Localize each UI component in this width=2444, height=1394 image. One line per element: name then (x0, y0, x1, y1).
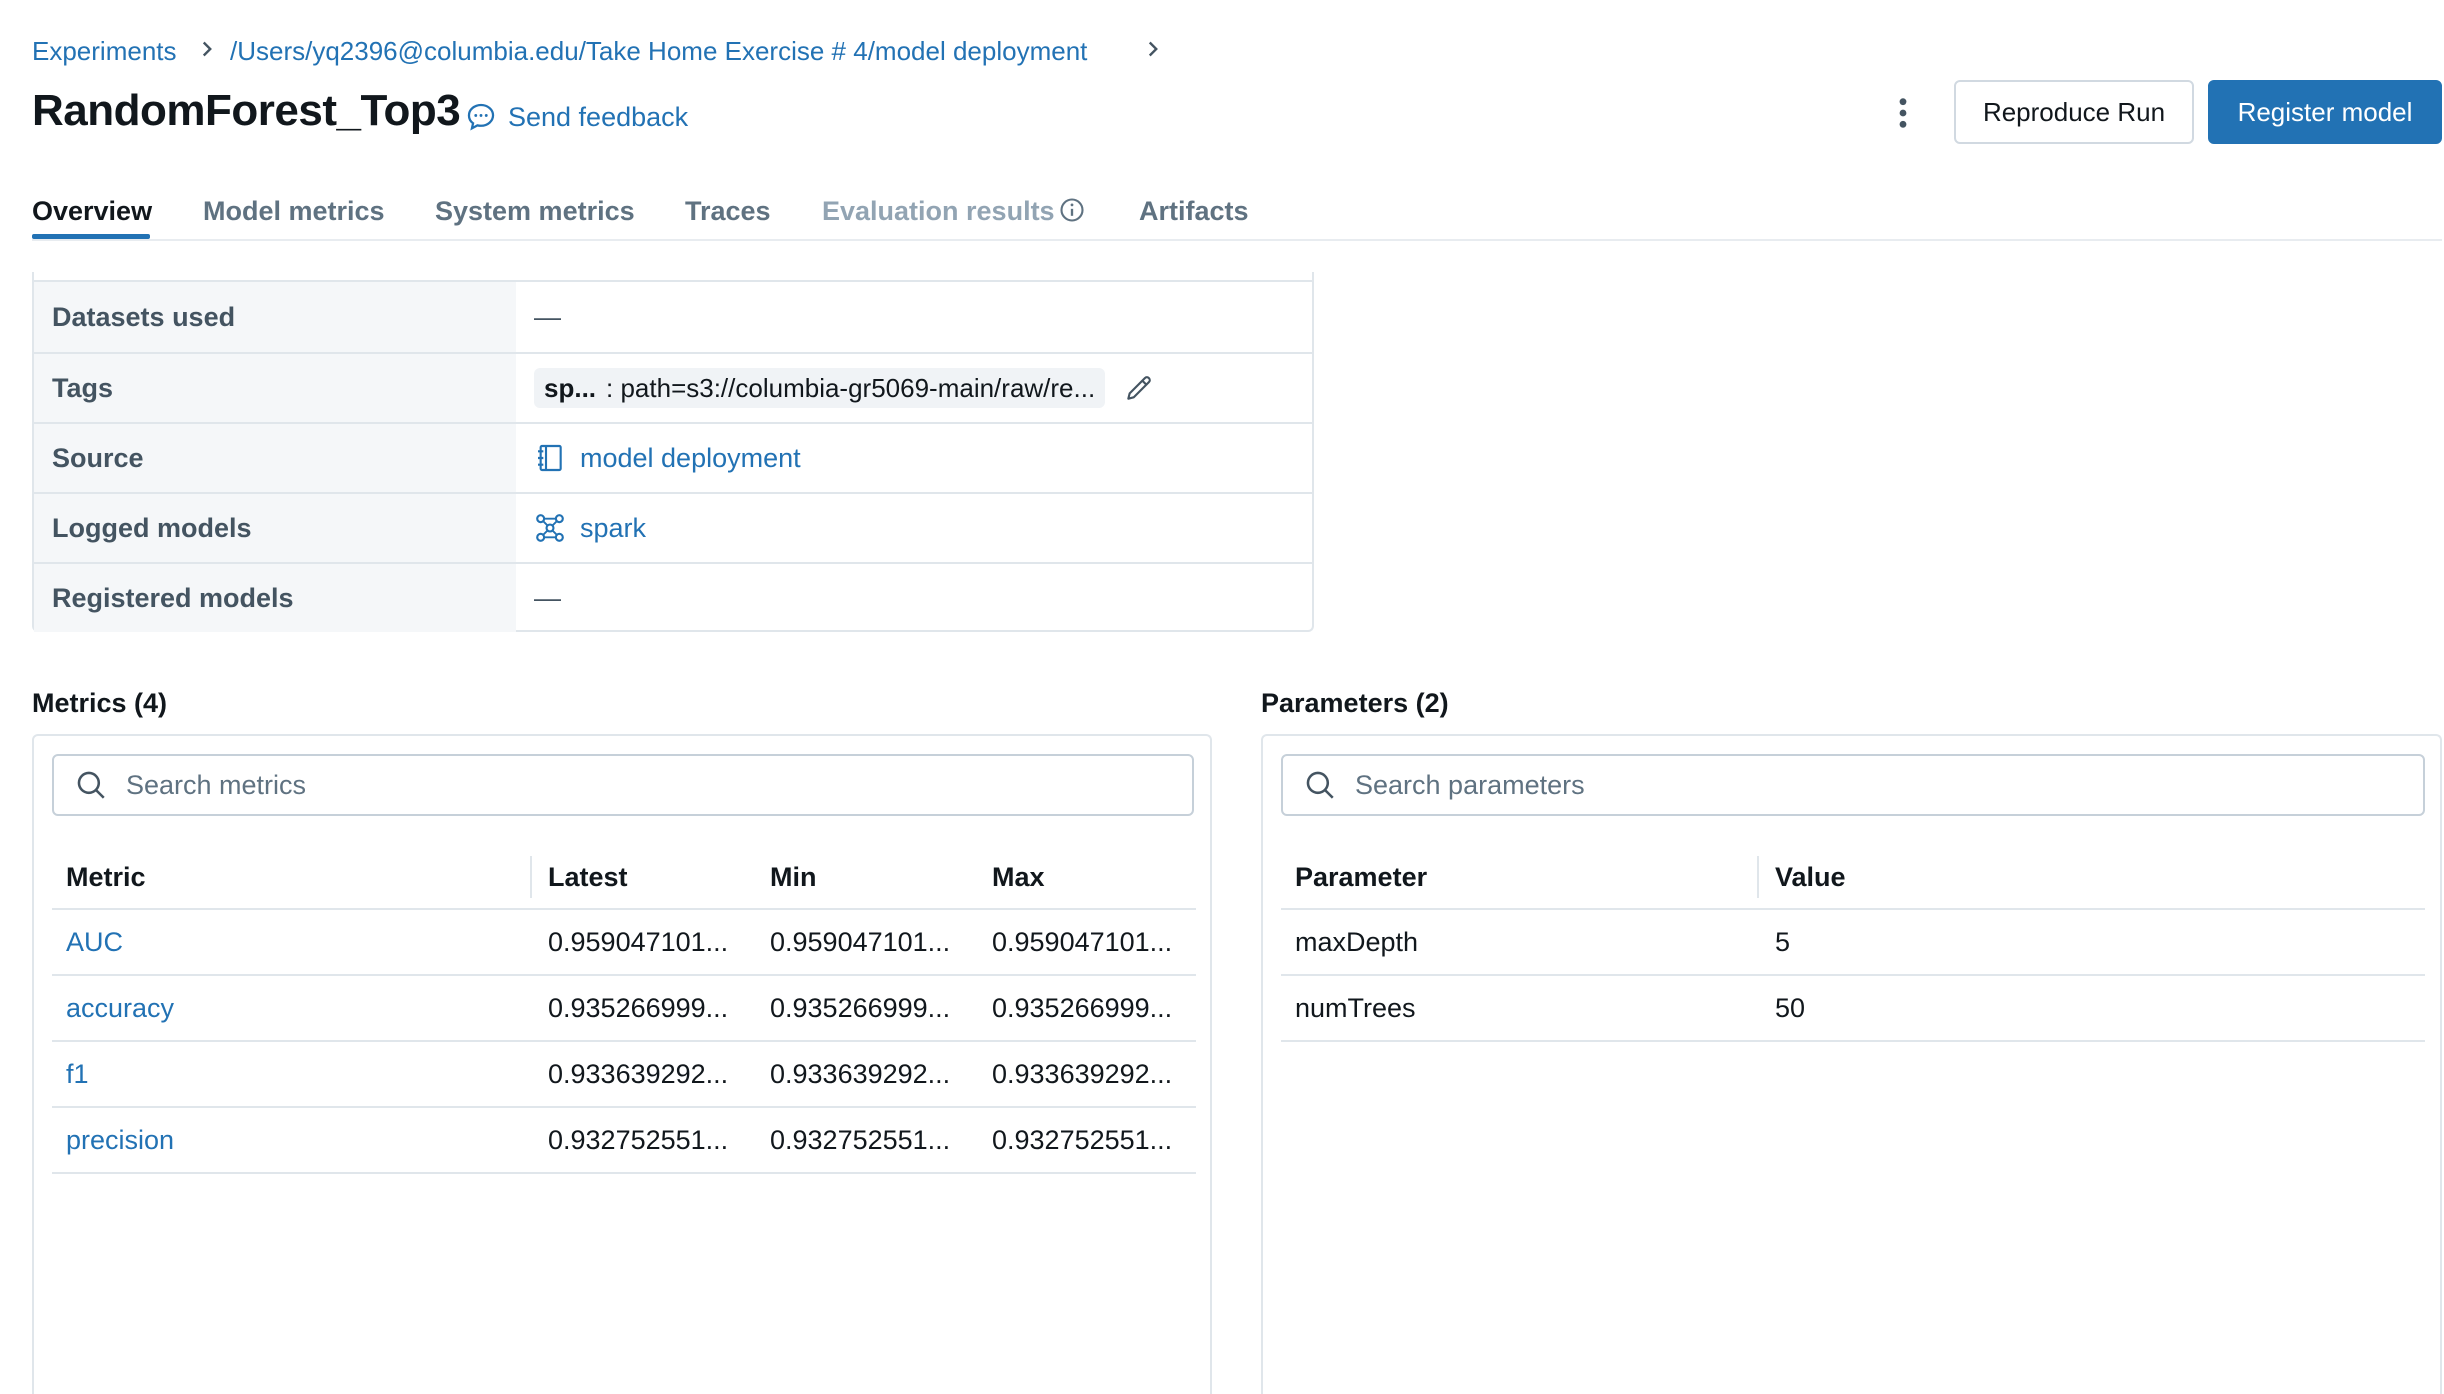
metric-max: 0.935266999... (992, 993, 1173, 1023)
parameter-value: 50 (1775, 993, 1806, 1023)
header-latest[interactable]: Latest (548, 862, 628, 893)
logged-model-link[interactable]: spark (580, 513, 646, 544)
column-resize-handle[interactable] (530, 856, 532, 898)
tab-artifacts[interactable]: Artifacts (1139, 196, 1249, 227)
header-parameter[interactable]: Parameter (1295, 862, 1427, 893)
tab-overview[interactable]: Overview (32, 196, 152, 227)
table-row: f1 0.933639292... 0.933639292... 0.93363… (52, 1042, 1196, 1108)
row-source: Source model deployment (34, 422, 1314, 492)
parameter-value: 5 (1775, 927, 1791, 957)
metric-name-link[interactable]: accuracy (66, 993, 174, 1024)
metric-min: 0.932752551... (770, 1125, 951, 1155)
metric-latest: 0.935266999... (548, 993, 729, 1023)
reproduce-run-button[interactable]: Reproduce Run (1954, 80, 2194, 144)
send-feedback-link[interactable]: Send feedback (464, 100, 688, 134)
metric-max: 0.959047101... (992, 927, 1173, 957)
metrics-table-header: Metric Latest Min Max (52, 846, 1196, 910)
tab-evaluation-results[interactable]: Evaluation results (822, 196, 1055, 227)
parameters-table-header: Parameter Value (1281, 846, 2425, 910)
tags-label: Tags (34, 354, 516, 422)
header-min[interactable]: Min (770, 862, 817, 893)
logged-models-value: spark (516, 494, 1314, 562)
edit-pencil-icon[interactable] (1123, 372, 1155, 404)
parameter-name: numTrees (1295, 993, 1416, 1023)
metric-name-link[interactable]: AUC (66, 927, 123, 958)
registered-models-label: Registered models (34, 564, 516, 632)
breadcrumb-path[interactable]: /Users/yq2396@columbia.edu/Take Home Exe… (230, 36, 1087, 67)
model-icon (536, 514, 564, 542)
metric-latest: 0.933639292... (548, 1059, 729, 1089)
send-feedback-label: Send feedback (508, 101, 689, 132)
metrics-search-placeholder: Search metrics (126, 769, 307, 800)
datasets-used-value: — (534, 301, 561, 332)
more-options-icon[interactable] (1890, 96, 1916, 130)
tabs-divider (32, 239, 2442, 241)
chevron-right-icon[interactable] (1140, 36, 1166, 62)
metric-max: 0.933639292... (992, 1059, 1173, 1089)
notebook-icon (538, 444, 562, 472)
overview-details-table: Datasets used — Tags sp... : path=s3://c… (32, 272, 1314, 632)
metric-min: 0.935266999... (770, 993, 951, 1023)
registered-models-value: — (534, 582, 561, 613)
header-value[interactable]: Value (1775, 862, 1846, 893)
metric-min: 0.933639292... (770, 1059, 951, 1089)
logged-models-label: Logged models (34, 494, 516, 562)
page-title: RandomForest_Top3 (32, 86, 461, 135)
table-row: accuracy 0.935266999... 0.935266999... 0… (52, 976, 1196, 1042)
info-icon[interactable] (1058, 196, 1086, 224)
tag-key: sp... (544, 372, 597, 403)
register-model-button[interactable]: Register model (2208, 80, 2442, 144)
search-icon (1306, 771, 1334, 799)
table-row: maxDepth 5 (1281, 910, 2425, 976)
tag-value: : path=s3://columbia-gr5069-main/raw/re.… (606, 372, 1096, 403)
tag-chip[interactable]: sp... : path=s3://columbia-gr5069-main/r… (534, 368, 1106, 408)
row-registered-models: Registered models — (34, 562, 1314, 632)
metric-max: 0.932752551... (992, 1125, 1173, 1155)
table-row: AUC 0.959047101... 0.959047101... 0.9590… (52, 910, 1196, 976)
tags-value: sp... : path=s3://columbia-gr5069-main/r… (516, 354, 1314, 422)
metrics-panel: Search metrics Metric Latest Min Max AUC… (32, 734, 1212, 1394)
header-metric[interactable]: Metric (66, 862, 146, 893)
parameter-name: maxDepth (1295, 927, 1419, 957)
source-label: Source (34, 424, 516, 492)
table-row: numTrees 50 (1281, 976, 2425, 1042)
metric-min: 0.959047101... (770, 927, 951, 957)
metric-latest: 0.959047101... (548, 927, 729, 957)
breadcrumb-experiments[interactable]: Experiments (32, 36, 177, 67)
parameters-panel: Search parameters Parameter Value maxDep… (1261, 734, 2442, 1394)
chevron-right-icon (202, 41, 212, 57)
source-value: model deployment (516, 424, 1314, 492)
datasets-used-label: Datasets used (34, 282, 516, 352)
chat-bubble-icon (467, 103, 495, 131)
metrics-section-title: Metrics (4) (32, 688, 168, 718)
tab-traces[interactable]: Traces (685, 196, 771, 227)
row-tags: Tags sp... : path=s3://columbia-gr5069-m… (34, 352, 1314, 422)
header-max[interactable]: Max (992, 862, 1045, 893)
search-icon (77, 771, 105, 799)
parameters-search-placeholder: Search parameters (1355, 769, 1585, 800)
metric-latest: 0.932752551... (548, 1125, 729, 1155)
tab-model-metrics[interactable]: Model metrics (203, 196, 385, 227)
metrics-search-input[interactable]: Search metrics (52, 754, 1194, 816)
row-logged-models: Logged models spark (34, 492, 1314, 562)
row-datasets-used: Datasets used — (34, 280, 1314, 352)
table-row: precision 0.932752551... 0.932752551... … (52, 1108, 1196, 1174)
metric-name-link[interactable]: precision (66, 1125, 174, 1156)
column-resize-handle[interactable] (1757, 856, 1759, 898)
metric-name-link[interactable]: f1 (66, 1059, 89, 1090)
parameters-section-title: Parameters (2) (1261, 688, 1449, 718)
parameters-search-input[interactable]: Search parameters (1281, 754, 2425, 816)
source-link[interactable]: model deployment (580, 443, 801, 474)
tab-system-metrics[interactable]: System metrics (435, 196, 635, 227)
